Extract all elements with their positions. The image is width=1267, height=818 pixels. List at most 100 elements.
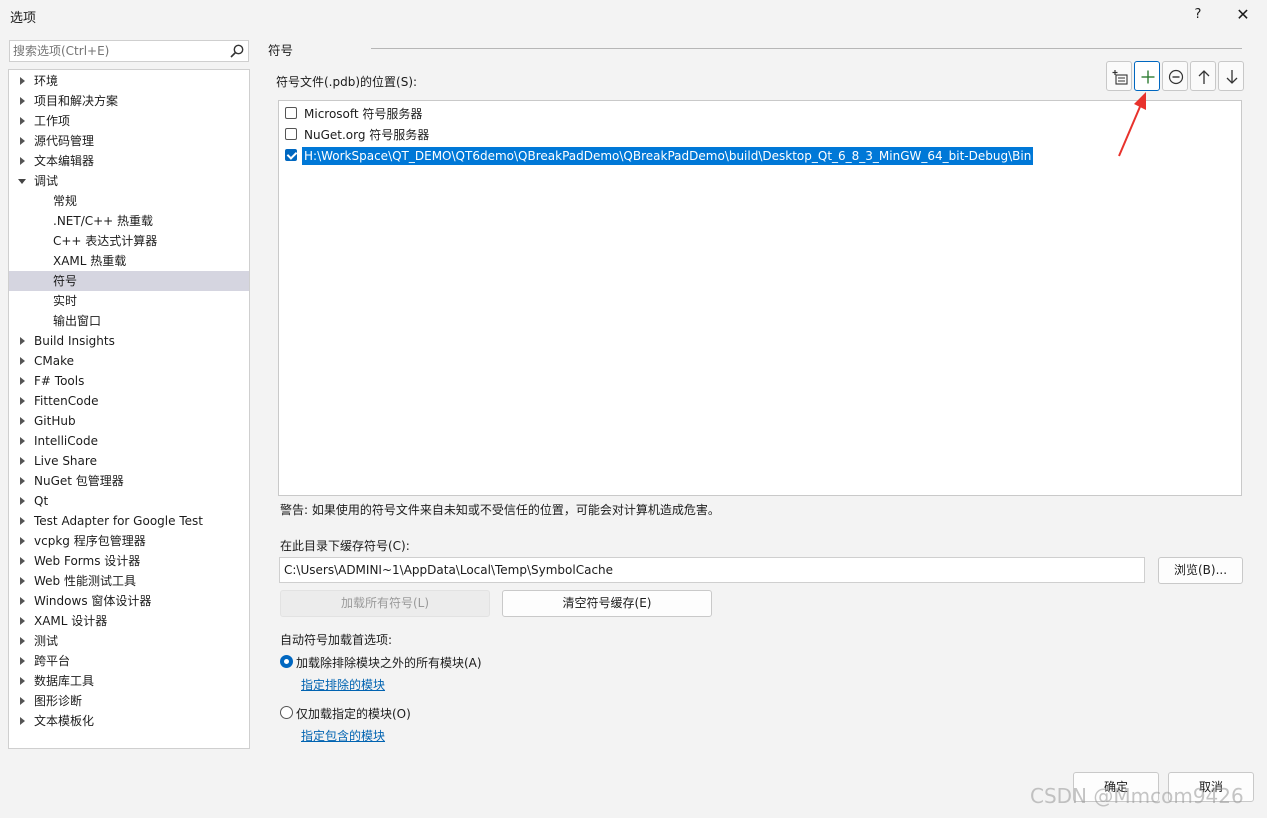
clear-cache-button[interactable]: 清空符号缓存(E) <box>502 590 712 617</box>
collapsed-chevron-icon[interactable] <box>20 417 25 425</box>
load-only-specified-label[interactable]: 仅加载指定的模块(O) <box>296 705 411 722</box>
location-checkbox[interactable] <box>285 149 297 161</box>
options-tree[interactable]: 环境 项目和解决方案工作项源代码管理文本编辑器调试常规 .NET/C++ 热重载 C+… <box>8 69 250 749</box>
browse-button[interactable]: 浏览(B)... <box>1158 557 1243 584</box>
tree-item-label: 跨平台 <box>34 654 71 668</box>
collapsed-chevron-icon[interactable] <box>20 597 25 605</box>
tree-item[interactable]: 工作项 <box>9 111 249 131</box>
expanded-chevron-icon[interactable] <box>18 179 26 184</box>
cache-path-input[interactable] <box>284 561 1134 579</box>
collapsed-chevron-icon[interactable] <box>20 497 25 505</box>
collapsed-chevron-icon[interactable] <box>20 697 25 705</box>
tree-item[interactable]: .NET/C++ 热重载 <box>9 211 249 231</box>
specify-excluded-link[interactable]: 指定排除的模块 <box>301 676 385 693</box>
collapsed-chevron-icon[interactable] <box>20 477 25 485</box>
tree-item[interactable]: FittenCode <box>9 391 249 411</box>
move-up-button[interactable] <box>1190 61 1216 91</box>
collapsed-chevron-icon[interactable] <box>20 97 25 105</box>
collapsed-chevron-icon[interactable] <box>20 637 25 645</box>
collapsed-chevron-icon[interactable] <box>20 157 25 165</box>
collapsed-chevron-icon[interactable] <box>20 517 25 525</box>
cache-path-field[interactable] <box>279 557 1145 583</box>
tree-item-label: 工作项 <box>34 114 71 128</box>
help-button[interactable]: ? <box>1187 4 1209 26</box>
tree-item[interactable]: 跨平台 <box>9 651 249 671</box>
location-label: NuGet.org 符号服务器 <box>304 128 430 142</box>
symbol-locations-list[interactable]: Microsoft 符号服务器 NuGet.org 符号服务器 H:\WorkSpa… <box>278 100 1242 496</box>
tree-item[interactable]: 环境 <box>9 71 249 91</box>
specify-included-link[interactable]: 指定包含的模块 <box>301 727 385 744</box>
location-label: Microsoft 符号服务器 <box>304 107 423 121</box>
load-all-except-radio[interactable] <box>280 655 293 668</box>
move-down-button[interactable] <box>1218 61 1244 91</box>
tree-item[interactable]: C++ 表达式计算器 <box>9 231 249 251</box>
tree-item-label: 调试 <box>34 174 59 188</box>
tree-item-label: Test Adapter for Google Test <box>34 514 203 528</box>
search-input[interactable] <box>13 42 223 60</box>
tree-item-label: 图形诊断 <box>34 694 83 708</box>
tree-item[interactable]: 测试 <box>9 631 249 651</box>
close-button[interactable]: ✕ <box>1230 4 1256 26</box>
tree-item[interactable]: Web 性能测试工具 <box>9 571 249 591</box>
tree-item[interactable]: 项目和解决方案 <box>9 91 249 111</box>
collapsed-chevron-icon[interactable] <box>20 137 25 145</box>
tree-item[interactable]: NuGet 包管理器 <box>9 471 249 491</box>
location-checkbox[interactable] <box>285 107 297 119</box>
tree-item[interactable]: XAML 设计器 <box>9 611 249 631</box>
tree-item[interactable]: Build Insights <box>9 331 249 351</box>
search-icon[interactable] <box>229 43 245 59</box>
collapsed-chevron-icon[interactable] <box>20 437 25 445</box>
tree-item[interactable]: 符号 <box>9 271 249 291</box>
tree-item[interactable]: CMake <box>9 351 249 371</box>
tree-item[interactable]: 调试 <box>9 171 249 191</box>
tree-item[interactable]: Qt <box>9 491 249 511</box>
tree-item[interactable]: XAML 热重载 <box>9 251 249 271</box>
tree-item-label: vcpkg 程序包管理器 <box>34 534 146 548</box>
remove-location-button[interactable] <box>1162 61 1188 91</box>
collapsed-chevron-icon[interactable] <box>20 677 25 685</box>
collapsed-chevron-icon[interactable] <box>20 337 25 345</box>
tree-item[interactable]: F# Tools <box>9 371 249 391</box>
tree-item-label: C++ 表达式计算器 <box>53 234 158 248</box>
tree-item[interactable]: Test Adapter for Google Test <box>9 511 249 531</box>
collapsed-chevron-icon[interactable] <box>20 357 25 365</box>
tree-item[interactable]: Web Forms 设计器 <box>9 551 249 571</box>
tree-item[interactable]: 文本模板化 <box>9 711 249 731</box>
collapsed-chevron-icon[interactable] <box>20 617 25 625</box>
tree-item-label: 源代码管理 <box>34 134 95 148</box>
tree-item[interactable]: 实时 <box>9 291 249 311</box>
tree-item-label: CMake <box>34 354 74 368</box>
tree-item-label: Windows 窗体设计器 <box>34 594 152 608</box>
collapsed-chevron-icon[interactable] <box>20 457 25 465</box>
tree-item[interactable]: 图形诊断 <box>9 691 249 711</box>
tree-item-label: Live Share <box>34 454 97 468</box>
load-all-except-label[interactable]: 加载除排除模块之外的所有模块(A) <box>296 654 482 671</box>
tree-item[interactable]: vcpkg 程序包管理器 <box>9 531 249 551</box>
collapsed-chevron-icon[interactable] <box>20 377 25 385</box>
tree-item[interactable]: Windows 窗体设计器 <box>9 591 249 611</box>
tree-item[interactable]: 源代码管理 <box>9 131 249 151</box>
tree-item[interactable]: GitHub <box>9 411 249 431</box>
collapsed-chevron-icon[interactable] <box>20 117 25 125</box>
collapsed-chevron-icon[interactable] <box>20 77 25 85</box>
location-checkbox[interactable] <box>285 128 297 140</box>
cache-label: 在此目录下缓存符号(C): <box>280 539 410 553</box>
collapsed-chevron-icon[interactable] <box>20 537 25 545</box>
load-all-symbols-button[interactable]: 加载所有符号(L) <box>280 590 490 617</box>
tree-item[interactable]: Live Share <box>9 451 249 471</box>
tree-item-label: GitHub <box>34 414 76 428</box>
tree-item[interactable]: 常规 <box>9 191 249 211</box>
tree-item[interactable]: 文本编辑器 <box>9 151 249 171</box>
tree-item[interactable]: 数据库工具 <box>9 671 249 691</box>
search-box[interactable] <box>9 40 249 62</box>
tree-item[interactable]: IntelliCode <box>9 431 249 451</box>
collapsed-chevron-icon[interactable] <box>20 557 25 565</box>
collapsed-chevron-icon[interactable] <box>20 577 25 585</box>
load-only-specified-radio[interactable] <box>280 706 293 719</box>
collapsed-chevron-icon[interactable] <box>20 657 25 665</box>
tree-item-label: XAML 设计器 <box>34 614 108 628</box>
collapsed-chevron-icon[interactable] <box>20 717 25 725</box>
location-label: H:\WorkSpace\QT_DEMO\QT6demo\QBreakPadDe… <box>302 147 1034 165</box>
tree-item[interactable]: 输出窗口 <box>9 311 249 331</box>
collapsed-chevron-icon[interactable] <box>20 397 25 405</box>
